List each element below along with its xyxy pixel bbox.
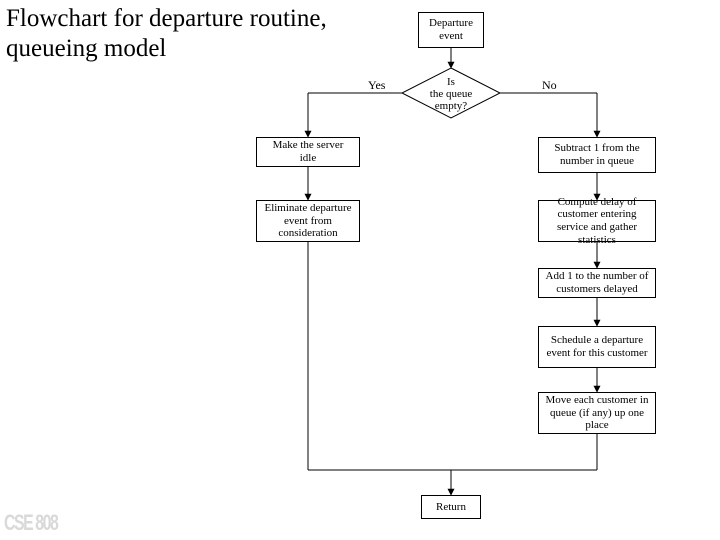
edge-label-no: No — [542, 78, 557, 93]
node-decision: Is the queue empty? — [415, 76, 487, 112]
node-subtract-one: Subtract 1 from the number in queue — [538, 137, 656, 173]
node-compute-delay: Compute delay of customer entering servi… — [538, 200, 656, 242]
page-title: Flowchart for departure routine, queuein… — [6, 4, 376, 63]
decision-line-1: Is — [447, 76, 455, 88]
decision-line-3: empty? — [435, 100, 467, 112]
decision-line-2: the queue — [430, 88, 472, 100]
node-move-queue: Move each customer in queue (if any) up … — [538, 392, 656, 434]
node-return: Return — [421, 495, 481, 519]
node-add-one-delayed: Add 1 to the number of customers delayed — [538, 268, 656, 298]
footer-course-code: CSE 808 — [4, 510, 57, 536]
node-eliminate-departure: Eliminate departure event from considera… — [256, 200, 360, 242]
node-make-idle: Make the server idle — [256, 137, 360, 167]
node-start: Departure event — [418, 12, 484, 48]
edge-label-yes: Yes — [368, 78, 385, 93]
node-schedule-departure: Schedule a departure event for this cust… — [538, 326, 656, 368]
